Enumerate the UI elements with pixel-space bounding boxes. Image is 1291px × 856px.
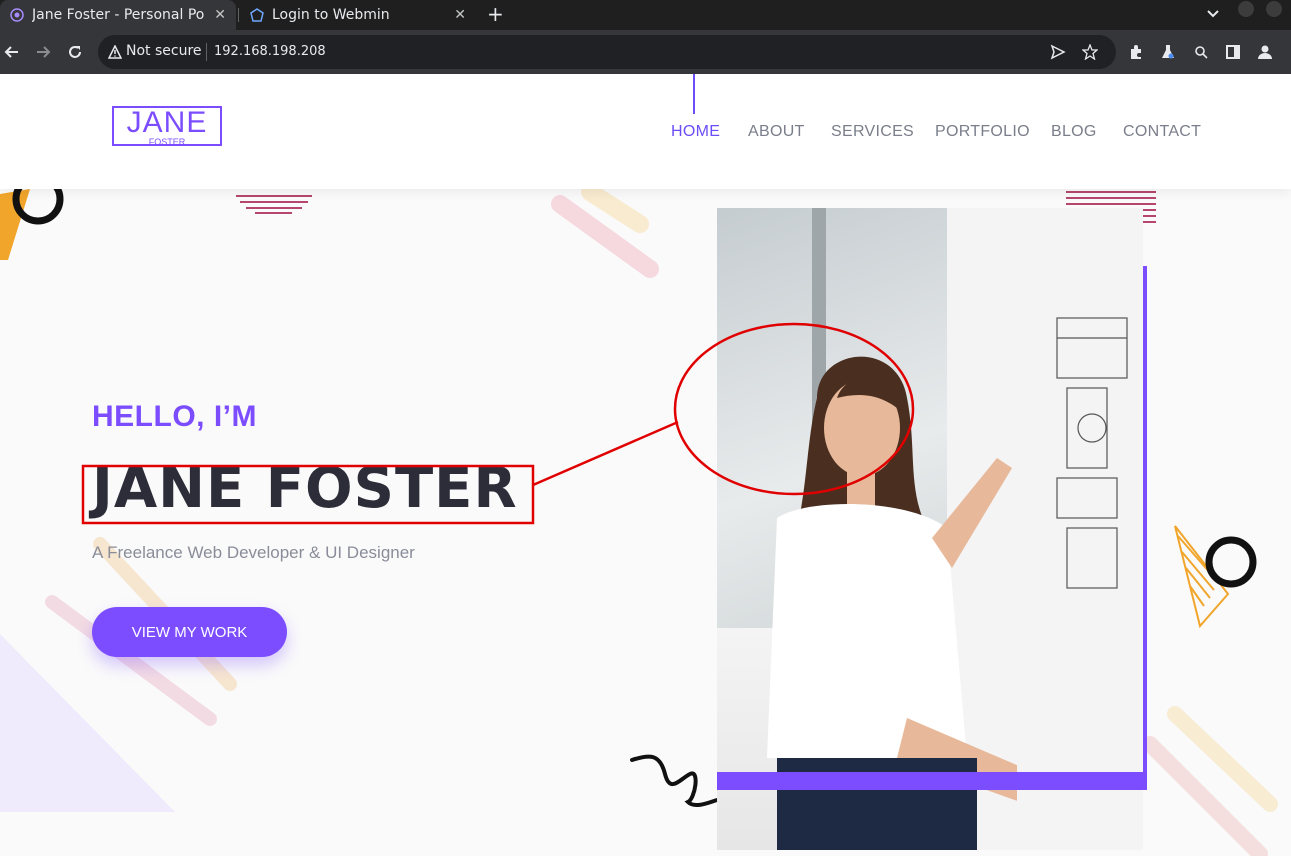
omnibox-divider — [206, 43, 207, 61]
close-tab-icon[interactable]: ✕ — [214, 7, 226, 23]
security-label[interactable]: Not secure — [126, 43, 202, 59]
close-window-icon[interactable] — [1266, 1, 1282, 17]
nav-active-indicator — [693, 74, 695, 114]
nav-portfolio[interactable]: PORTFOLIO — [935, 123, 1030, 141]
hero-greeting: HELLO, I’M — [92, 400, 257, 433]
sidepanel-icon[interactable] — [1225, 44, 1241, 60]
forward-icon[interactable] — [33, 42, 53, 62]
site-logo[interactable]: JANE FOSTER — [112, 106, 222, 147]
view-my-work-button[interactable]: VIEW MY WORK — [92, 607, 287, 657]
tab-jane-foster[interactable]: Jane Foster - Personal Po ✕ — [0, 0, 236, 30]
new-tab-icon[interactable]: + — [487, 4, 504, 24]
tab-divider — [238, 8, 239, 22]
hero-photo — [717, 208, 1143, 850]
minimize-window-icon[interactable] — [1238, 1, 1254, 17]
photo-accent-bottom — [717, 772, 1147, 790]
tab-search-chevron-icon[interactable] — [1206, 6, 1220, 25]
site-favicon-icon — [10, 8, 24, 22]
nav-contact[interactable]: CONTACT — [1123, 123, 1201, 141]
nav-blog[interactable]: BLOG — [1051, 123, 1097, 141]
warning-icon[interactable] — [107, 44, 123, 63]
url-text[interactable]: 192.168.198.208 — [214, 44, 326, 59]
search-icon[interactable] — [1193, 44, 1209, 60]
close-tab-icon[interactable]: ✕ — [454, 7, 466, 23]
hero-name: JANE FOSTER — [92, 456, 518, 521]
star-icon[interactable] — [1082, 44, 1098, 60]
site-header: JANE FOSTER HOME ABOUT SERVICES PORTFOLI… — [0, 74, 1291, 189]
hero-subtitle: A Freelance Web Developer & UI Designer — [92, 543, 415, 562]
logo-text-bottom: FOSTER — [148, 137, 186, 147]
tab-strip: Jane Foster - Personal Po ✕ Login to Web… — [0, 0, 1291, 30]
extensions-icon[interactable] — [1128, 44, 1144, 60]
nav-home[interactable]: HOME — [671, 123, 720, 141]
address-bar[interactable]: Not secure 192.168.198.208 — [98, 35, 1116, 69]
whiteboard-sketch — [1056, 317, 1128, 589]
reload-icon[interactable] — [65, 42, 85, 62]
nav-about[interactable]: ABOUT — [748, 123, 805, 141]
tab-webmin[interactable]: Login to Webmin ✕ — [240, 0, 476, 30]
webmin-favicon-icon — [250, 8, 264, 22]
browser-toolbar: Not secure 192.168.198.208 — [0, 30, 1291, 74]
page-viewport: JANE FOSTER HOME ABOUT SERVICES PORTFOLI… — [0, 74, 1291, 856]
back-icon[interactable] — [2, 42, 22, 62]
profile-icon[interactable] — [1257, 44, 1273, 60]
logo-text-top: JANE — [126, 106, 208, 139]
tab-title: Jane Foster - Personal Po — [32, 7, 204, 23]
labs-icon[interactable] — [1160, 44, 1176, 60]
send-icon[interactable] — [1050, 44, 1066, 60]
nav-services[interactable]: SERVICES — [831, 123, 914, 141]
tab-title: Login to Webmin — [272, 7, 390, 23]
